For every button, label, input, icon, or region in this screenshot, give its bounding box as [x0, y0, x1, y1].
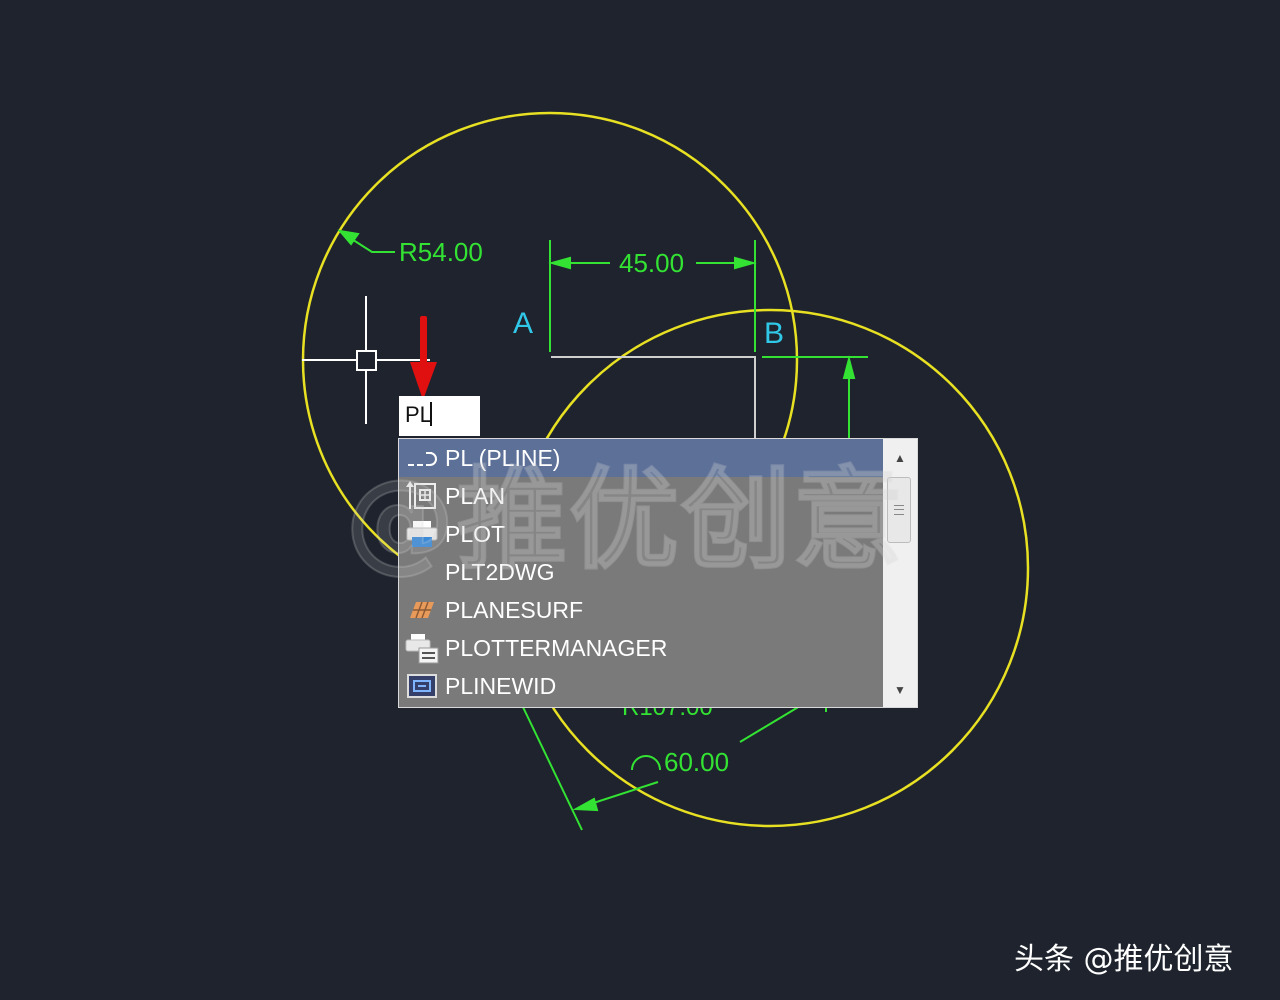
plotter-manager-icon — [405, 634, 439, 664]
point-label-a: A — [513, 307, 534, 340]
dim-radius-r54: R54.00 — [399, 237, 483, 267]
dim-linear-45: 45.00 — [619, 248, 685, 278]
autocomplete-item-plottermanager[interactable]: PLOTTERMANAGER — [399, 629, 883, 667]
autocomplete-item-planesurf[interactable]: PLANESURF — [399, 591, 883, 629]
radius-leader-r54 — [337, 229, 395, 253]
autocomplete-item-label: PLINEWID — [445, 672, 557, 699]
pline-width-icon — [405, 672, 439, 700]
point-label-b: B — [764, 317, 785, 350]
text-caret — [429, 402, 432, 426]
command-input-text: PL — [405, 402, 432, 427]
dim-angle-60: 60.00 — [664, 747, 730, 777]
planar-surface-icon — [405, 596, 439, 624]
watermark-text: @推优创意 — [344, 455, 905, 585]
red-pointer-arrow-icon — [410, 316, 437, 400]
autocomplete-item-plinewid[interactable]: PLINEWID — [399, 667, 883, 705]
autocomplete-item-label: PLANESURF — [445, 596, 584, 623]
ab-reference-line — [551, 356, 756, 438]
scroll-down-icon[interactable]: ▼ — [883, 677, 917, 703]
vertical-dimension-b — [762, 355, 868, 438]
footer-brand: 头条 @推优创意 — [1014, 942, 1234, 977]
autocomplete-item-label: PLOTTERMANAGER — [445, 634, 668, 661]
